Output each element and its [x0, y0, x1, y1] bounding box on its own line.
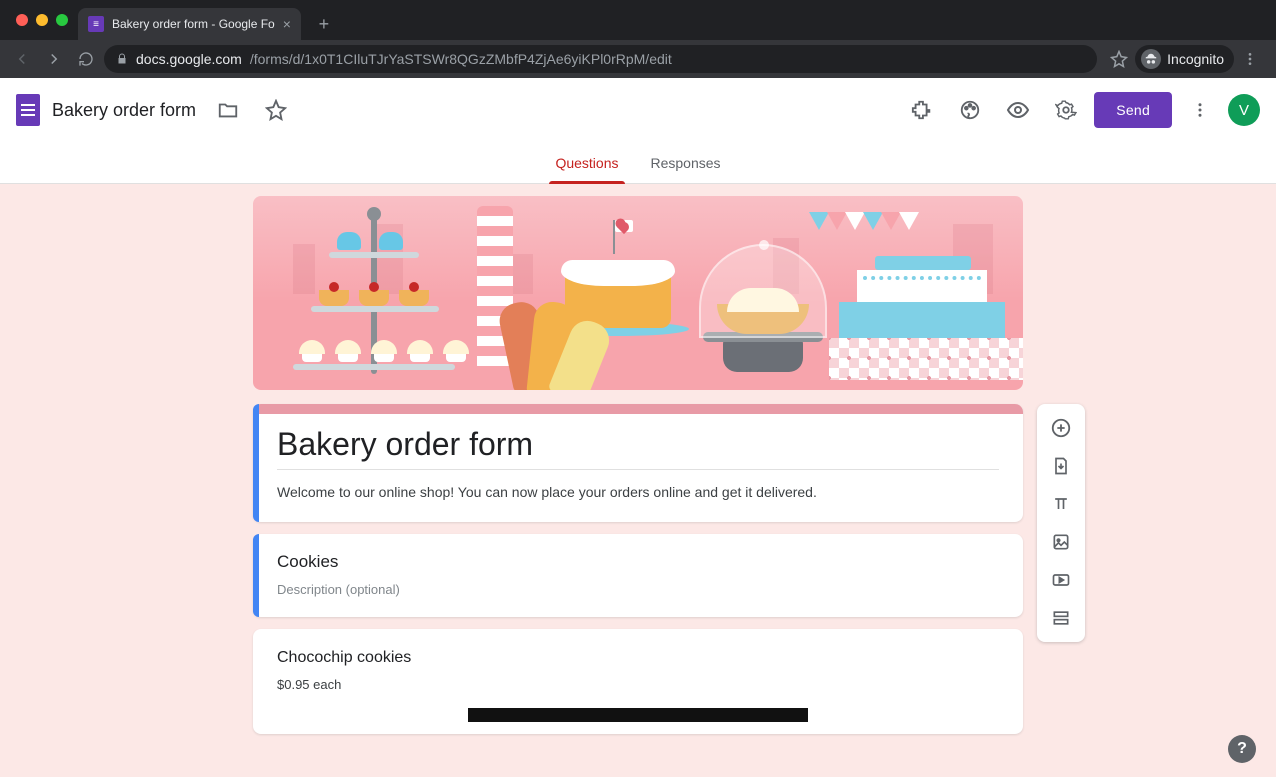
send-button[interactable]: Send	[1094, 92, 1172, 128]
question-toolbar	[1037, 404, 1085, 642]
section-title[interactable]: Cookies	[277, 552, 999, 572]
tab-responses[interactable]: Responses	[651, 142, 721, 184]
forms-favicon-icon: ≡	[88, 16, 104, 32]
avatar-initial: V	[1239, 102, 1249, 119]
form-title-card[interactable]: Bakery order form Welcome to our online …	[253, 404, 1023, 522]
account-avatar[interactable]: V	[1228, 94, 1260, 126]
lock-icon	[116, 53, 128, 65]
add-video-button[interactable]	[1043, 562, 1079, 598]
illustration-bread	[505, 306, 675, 390]
browser-tab-strip: ≡ Bakery order form - Google Fo × +	[0, 0, 1276, 40]
tab-close-icon[interactable]: ×	[283, 16, 291, 32]
incognito-label: Incognito	[1167, 51, 1224, 67]
address-bar[interactable]: docs.google.com/forms/d/1x0T1CIluTJrYaST…	[104, 45, 1097, 73]
question-title[interactable]: Chocochip cookies	[277, 649, 999, 667]
section-description-placeholder[interactable]: Description (optional)	[277, 582, 999, 597]
add-section-button[interactable]	[1043, 600, 1079, 636]
addons-button[interactable]	[902, 90, 942, 130]
incognito-badge[interactable]: Incognito	[1135, 45, 1234, 73]
window-zoom-icon[interactable]	[56, 14, 68, 26]
nav-forward-button[interactable]	[40, 45, 68, 73]
help-button[interactable]: ?	[1228, 735, 1256, 763]
form-title[interactable]: Bakery order form	[277, 426, 999, 470]
star-button[interactable]	[256, 90, 296, 130]
browser-tab[interactable]: ≡ Bakery order form - Google Fo ×	[78, 8, 301, 40]
window-controls	[10, 0, 78, 40]
settings-button[interactable]	[1046, 90, 1086, 130]
tab-questions[interactable]: Questions	[555, 142, 618, 184]
question-card-chocochip[interactable]: Chocochip cookies $0.95 each	[253, 629, 1023, 734]
add-title-button[interactable]	[1043, 486, 1079, 522]
browser-toolbar: docs.google.com/forms/d/1x0T1CIluTJrYaST…	[0, 40, 1276, 78]
move-to-folder-button[interactable]	[208, 90, 248, 130]
nav-back-button[interactable]	[8, 45, 36, 73]
url-host: docs.google.com	[136, 51, 242, 67]
window-minimize-icon[interactable]	[36, 14, 48, 26]
add-question-button[interactable]	[1043, 410, 1079, 446]
form-header-image[interactable]	[253, 196, 1023, 390]
bookmark-star-button[interactable]	[1105, 45, 1133, 73]
document-title[interactable]: Bakery order form	[48, 98, 200, 123]
forms-logo-icon[interactable]	[16, 94, 40, 126]
forms-header: Bakery order form Send V	[0, 78, 1276, 142]
illustration-gift-boxes	[839, 212, 1009, 380]
preview-button[interactable]	[998, 90, 1038, 130]
add-image-button[interactable]	[1043, 524, 1079, 560]
question-image[interactable]	[468, 708, 808, 722]
section-card-cookies[interactable]: Cookies Description (optional)	[253, 534, 1023, 617]
forms-app: Bakery order form Send V Questions Respo…	[0, 78, 1276, 777]
illustration-dome-pie	[683, 222, 843, 372]
customize-theme-button[interactable]	[950, 90, 990, 130]
question-description[interactable]: $0.95 each	[277, 677, 999, 692]
browser-menu-button[interactable]	[1236, 45, 1264, 73]
form-tabs: Questions Responses	[0, 142, 1276, 184]
incognito-icon	[1141, 49, 1161, 69]
form-description[interactable]: Welcome to our online shop! You can now …	[277, 484, 999, 500]
form-canvas: Bakery order form Welcome to our online …	[0, 184, 1276, 777]
new-tab-button[interactable]: +	[311, 11, 337, 37]
more-button[interactable]	[1180, 90, 1220, 130]
nav-reload-button[interactable]	[72, 45, 100, 73]
illustration-tier-stand	[283, 206, 453, 381]
import-questions-button[interactable]	[1043, 448, 1079, 484]
url-path: /forms/d/1x0T1CIluTJrYaSTSWr8QGzZMbfP4Zj…	[250, 51, 672, 67]
browser-tab-title: Bakery order form - Google Fo	[112, 17, 275, 31]
window-close-icon[interactable]	[16, 14, 28, 26]
